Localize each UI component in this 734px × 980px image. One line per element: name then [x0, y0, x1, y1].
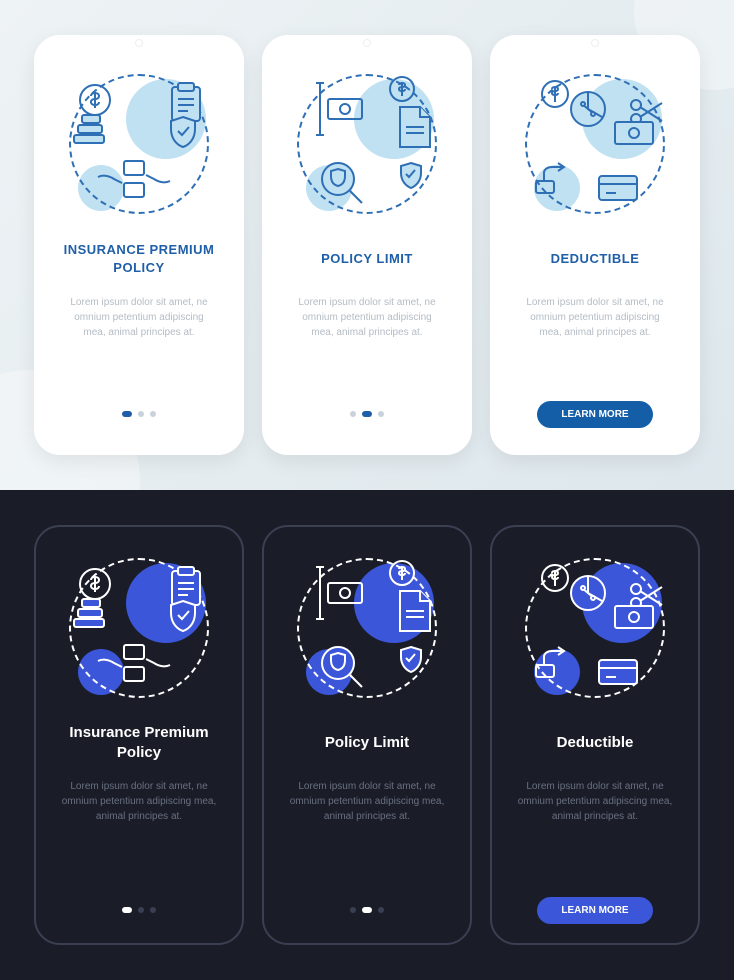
- page-dot[interactable]: [378, 411, 384, 417]
- dollar-coin-icon: [540, 79, 570, 109]
- screen-title: INSURANCE PREMIUM POLICY: [58, 237, 220, 281]
- page-dot[interactable]: [350, 411, 356, 417]
- page-dot[interactable]: [362, 411, 372, 417]
- screen-title: DEDUCTIBLE: [551, 237, 640, 281]
- page-dot[interactable]: [150, 907, 156, 913]
- page-dot[interactable]: [350, 907, 356, 913]
- screen-description: Lorem ipsum dolor sit amet, ne omnium pe…: [286, 295, 448, 340]
- screen-description: Lorem ipsum dolor sit amet, ne omnium pe…: [58, 295, 220, 340]
- shield-check-icon: [398, 645, 424, 675]
- screen-description: Lorem ipsum dolor sit amet, ne omnium pe…: [52, 779, 226, 824]
- page-dot[interactable]: [150, 411, 156, 417]
- deductible-illustration: [520, 553, 670, 703]
- screen-description: Lorem ipsum dolor sit amet, ne omnium pe…: [280, 779, 454, 824]
- magnifier-shield-icon: [318, 643, 368, 693]
- dollar-coin-icon: [540, 563, 570, 593]
- arrow-payment-icon: [534, 643, 574, 683]
- deductible-illustration: [520, 69, 670, 219]
- onboarding-screen-2: POLICY LIMIT Lorem ipsum dolor sit amet,…: [262, 35, 472, 455]
- pagination-dots: [280, 895, 454, 925]
- shield-check-icon: [398, 161, 424, 191]
- hands-exchange-icon: [94, 641, 174, 685]
- premium-illustration: [64, 553, 214, 703]
- limit-illustration: [292, 553, 442, 703]
- page-dot[interactable]: [122, 411, 132, 417]
- hands-exchange-icon: [94, 157, 174, 201]
- dollar-coin-icon: [78, 83, 112, 117]
- onboarding-screen-2: Policy Limit Lorem ipsum dolor sit amet,…: [262, 525, 472, 945]
- dollar-coin-icon: [388, 75, 416, 103]
- dollar-coin-icon: [388, 559, 416, 587]
- dollar-coin-icon: [78, 567, 112, 601]
- premium-illustration: [64, 69, 214, 219]
- credit-card-icon: [596, 657, 640, 687]
- light-theme-section: INSURANCE PREMIUM POLICY Lorem ipsum dol…: [0, 0, 734, 490]
- shield-check-icon: [168, 115, 198, 149]
- limit-illustration: [292, 69, 442, 219]
- measure-bar-icon: [314, 563, 364, 623]
- pagination-dots: [286, 399, 448, 429]
- cash-bill-icon: [612, 603, 656, 633]
- learn-more-button[interactable]: LEARN MORE: [537, 897, 652, 924]
- pagination-dots: [52, 895, 226, 925]
- screen-title: Insurance Premium Policy: [52, 721, 226, 765]
- screen-title: POLICY LIMIT: [321, 237, 413, 281]
- document-check-icon: [394, 587, 434, 635]
- coin-stack-icon: [70, 597, 110, 633]
- coin-stack-icon: [70, 113, 110, 149]
- screen-title: Policy Limit: [325, 721, 409, 765]
- onboarding-screen-1: Insurance Premium Policy Lorem ipsum dol…: [34, 525, 244, 945]
- cash-bill-icon: [612, 119, 656, 149]
- page-dot[interactable]: [378, 907, 384, 913]
- dark-theme-section: Insurance Premium Policy Lorem ipsum dol…: [0, 490, 734, 980]
- onboarding-screen-3: DEDUCTIBLE Lorem ipsum dolor sit amet, n…: [490, 35, 700, 455]
- arrow-payment-icon: [534, 159, 574, 199]
- screen-description: Lorem ipsum dolor sit amet, ne omnium pe…: [508, 779, 682, 824]
- pie-percent-icon: [568, 89, 608, 129]
- document-check-icon: [394, 103, 434, 151]
- learn-more-button[interactable]: LEARN MORE: [537, 401, 652, 428]
- page-dot[interactable]: [362, 907, 372, 913]
- screen-title: Deductible: [557, 721, 634, 765]
- page-dot[interactable]: [138, 907, 144, 913]
- magnifier-shield-icon: [318, 159, 368, 209]
- pie-percent-icon: [568, 573, 608, 613]
- measure-bar-icon: [314, 79, 364, 139]
- shield-check-icon: [168, 599, 198, 633]
- page-dot[interactable]: [138, 411, 144, 417]
- credit-card-icon: [596, 173, 640, 203]
- onboarding-screen-3: Deductible Lorem ipsum dolor sit amet, n…: [490, 525, 700, 945]
- screen-description: Lorem ipsum dolor sit amet, ne omnium pe…: [514, 295, 676, 340]
- onboarding-screen-1: INSURANCE PREMIUM POLICY Lorem ipsum dol…: [34, 35, 244, 455]
- page-dot[interactable]: [122, 907, 132, 913]
- pagination-dots: [58, 399, 220, 429]
